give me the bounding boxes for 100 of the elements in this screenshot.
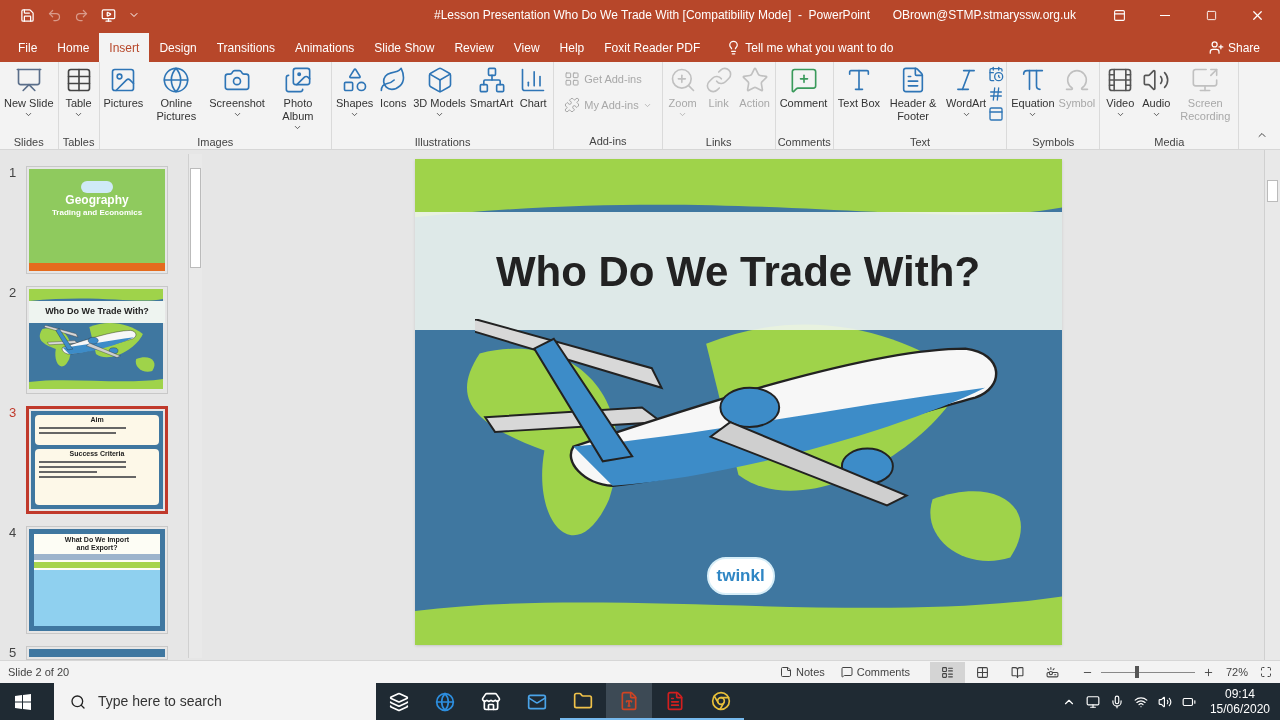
window-icon bbox=[988, 106, 1005, 122]
volume-icon[interactable] bbox=[1157, 694, 1172, 709]
globe-icon bbox=[162, 66, 191, 94]
ribbon-group-label: Add-ins bbox=[589, 133, 627, 149]
slide-number-button[interactable] bbox=[988, 86, 1005, 102]
ribbon-tab[interactable]: Insert bbox=[99, 33, 150, 62]
store-icon bbox=[481, 691, 501, 712]
ribbon-group-label: Media bbox=[1154, 135, 1185, 150]
ribbon-command-button[interactable]: Equation bbox=[1009, 62, 1057, 132]
ribbon-group-label: Illustrations bbox=[414, 135, 471, 150]
zoom-slider-thumb[interactable] bbox=[1134, 665, 1139, 678]
zoom-level[interactable]: 72% bbox=[1225, 663, 1248, 681]
caret-icon bbox=[961, 110, 971, 119]
slide-number: 2 bbox=[8, 286, 18, 300]
tell-me-field[interactable]: Tell me what you want to do bbox=[726, 33, 894, 62]
start-slideshow-button[interactable] bbox=[101, 7, 116, 23]
caret-icon bbox=[1028, 110, 1038, 119]
comments-button[interactable]: Comments bbox=[840, 663, 910, 681]
caret-icon bbox=[435, 110, 445, 119]
diagram-icon bbox=[477, 66, 506, 94]
search-icon bbox=[70, 693, 86, 710]
slide-number: 3 bbox=[8, 406, 18, 420]
ribbon-command-button[interactable]: Text Box bbox=[835, 62, 883, 132]
ribbon-tab[interactable]: Animations bbox=[285, 33, 365, 62]
caret-icon bbox=[1151, 110, 1161, 119]
start-slideshow-icon bbox=[101, 7, 116, 23]
caret-icon bbox=[74, 110, 84, 119]
ribbon-group-label: Text bbox=[909, 135, 931, 150]
ribbon-command-button[interactable]: WordArt bbox=[944, 62, 989, 132]
ribbon-command-button[interactable]: New Slide bbox=[2, 62, 56, 132]
fit-slide-icon[interactable] bbox=[1260, 666, 1272, 678]
ribbon-command-button[interactable]: Shapes bbox=[333, 62, 376, 132]
ribbon-command-button[interactable]: Comment bbox=[777, 62, 830, 132]
windows-start-icon[interactable] bbox=[15, 693, 31, 710]
slide-thumbnail[interactable]: Who Do We Trade With? bbox=[26, 286, 168, 394]
ribbon-command-button[interactable]: Video bbox=[1102, 62, 1139, 132]
ribbon-tab[interactable]: Foxit Reader PDF bbox=[594, 33, 711, 62]
redo-icon bbox=[74, 7, 89, 23]
cloud-logo-icon bbox=[81, 181, 113, 193]
date-time-button[interactable] bbox=[988, 66, 1005, 82]
notes-button[interactable]: Notes bbox=[780, 663, 825, 681]
device-icon[interactable] bbox=[1085, 694, 1100, 709]
ribbon-group-label: Links bbox=[705, 135, 732, 150]
ribbon-command-button[interactable]: 3D Models bbox=[411, 62, 468, 132]
ribbon-command-button[interactable]: Icons bbox=[375, 62, 412, 132]
thumbnail-title: Geography bbox=[65, 193, 129, 208]
slide-title: Who Do We Trade With? bbox=[495, 247, 981, 297]
ribbon-tab[interactable]: Home bbox=[47, 33, 100, 62]
star-icon bbox=[740, 66, 769, 94]
caret-icon bbox=[350, 110, 360, 119]
ribbon-command-button[interactable]: Audio bbox=[1138, 62, 1175, 132]
ribbon-tab[interactable]: View bbox=[503, 33, 550, 62]
object-button[interactable] bbox=[988, 106, 1005, 122]
share-button[interactable]: Share bbox=[1208, 33, 1260, 62]
wifi-icon[interactable] bbox=[1133, 694, 1148, 709]
ribbon-tab[interactable]: Slide Show bbox=[364, 33, 445, 62]
ribbon-command-button[interactable]: Online Pictures bbox=[145, 62, 208, 132]
ribbon-command-button[interactable]: Header & Footer bbox=[882, 62, 945, 132]
ribbon-tab[interactable]: Design bbox=[149, 33, 207, 62]
screen-recording-icon bbox=[1191, 66, 1220, 94]
ribbon-group-label: Tables bbox=[62, 135, 95, 150]
ribbon-display-icon bbox=[1112, 8, 1126, 22]
slide-thumbnail[interactable] bbox=[26, 646, 168, 660]
window-title: #Lesson Presentation Who Do We Trade With [Compatibility Mode] - PowerPoint bbox=[434, 7, 870, 24]
search-field[interactable]: Type here to search bbox=[54, 683, 376, 720]
ribbon-group-label: Images bbox=[197, 135, 234, 150]
slide-number: 1 bbox=[8, 166, 18, 180]
clock-time: 09:14 bbox=[1224, 686, 1255, 702]
ribbon-group-label: Comments bbox=[777, 135, 831, 150]
scrollbar[interactable] bbox=[1264, 150, 1280, 660]
ribbon-command-button[interactable]: SmartArt bbox=[467, 62, 516, 132]
caret-icon bbox=[678, 110, 688, 119]
view-button[interactable] bbox=[929, 661, 965, 683]
ribbon-command-button[interactable]: Photo Album bbox=[266, 62, 329, 132]
microphone-icon[interactable] bbox=[1109, 694, 1124, 709]
ribbon-command-button[interactable]: Pictures bbox=[101, 62, 146, 132]
link-icon bbox=[704, 66, 733, 94]
presentation-app-icon bbox=[619, 690, 639, 711]
puzzle-icon bbox=[564, 97, 581, 113]
minimize-icon bbox=[1160, 14, 1170, 16]
ribbon-group-label: Slides bbox=[13, 135, 44, 150]
slideshow-view-icon bbox=[1045, 665, 1059, 679]
slide-count: Slide 2 of 20 bbox=[8, 664, 70, 680]
zoom-in-icon[interactable] bbox=[1202, 666, 1214, 678]
ribbon-tab[interactable]: Transitions bbox=[206, 33, 285, 62]
slide-number: 4 bbox=[8, 526, 18, 540]
ribbon-tab[interactable]: File bbox=[8, 33, 48, 62]
ribbon-tab[interactable]: Help bbox=[549, 33, 595, 62]
ribbon-command-button[interactable]: Table bbox=[60, 62, 97, 132]
folder-icon bbox=[573, 690, 593, 711]
normal-view-icon bbox=[940, 665, 954, 679]
ribbon-command-button[interactable]: Screenshot bbox=[207, 62, 267, 132]
chrome-icon bbox=[711, 690, 731, 711]
save-button[interactable] bbox=[20, 7, 35, 23]
caret-icon bbox=[232, 110, 242, 119]
calendar-clock-icon bbox=[988, 66, 1005, 82]
undo-icon bbox=[47, 7, 62, 23]
ribbon-tab[interactable]: Review bbox=[444, 33, 504, 62]
comment-icon bbox=[789, 66, 818, 94]
ribbon-command-button[interactable]: Chart bbox=[515, 62, 552, 132]
